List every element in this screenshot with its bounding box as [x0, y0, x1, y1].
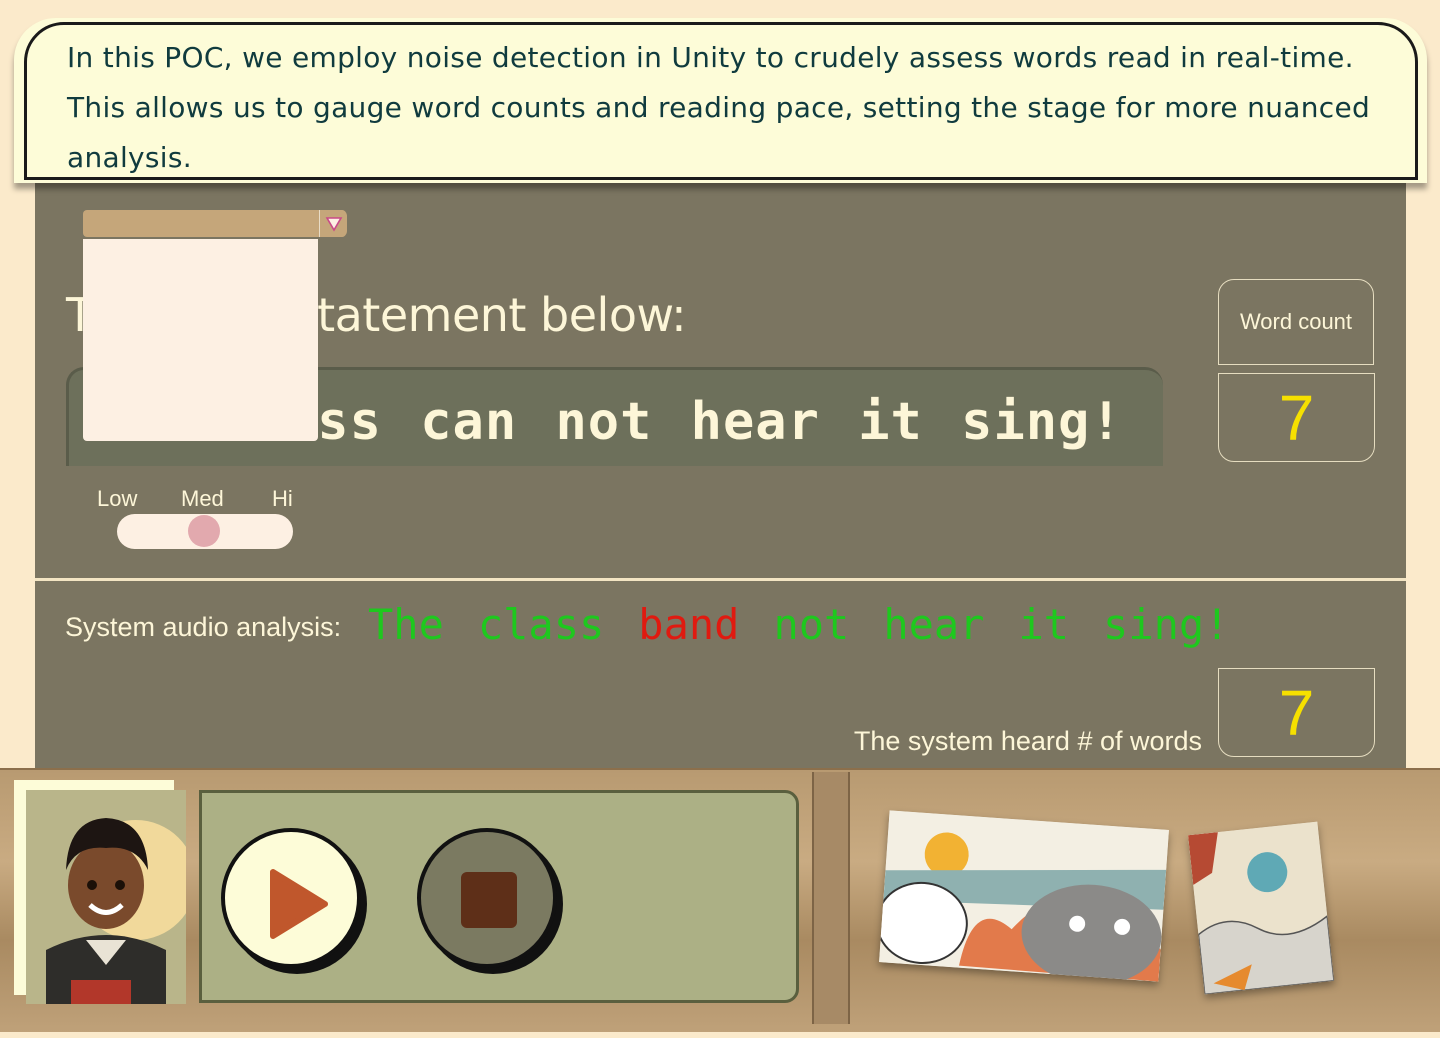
analysis-word: hear	[883, 600, 985, 649]
stop-icon	[461, 872, 517, 928]
reader-avatar-illustration	[46, 818, 186, 1004]
story-card-cat[interactable]	[879, 810, 1169, 982]
statement-text-visible: ass can not hear it sing!	[285, 392, 1123, 452]
analysis-word: band	[638, 600, 740, 649]
prompt-heading-rest: statement below:	[293, 288, 687, 342]
stop-button[interactable]	[417, 828, 557, 968]
passage-dropdown[interactable]	[83, 210, 346, 237]
triangle-down-icon	[325, 216, 342, 232]
info-banner: In this POC, we employ noise detection i…	[24, 22, 1418, 180]
ocean-illustration	[1187, 821, 1335, 995]
analysis-words: The class band not hear it sing!	[368, 600, 1263, 649]
play-button[interactable]	[221, 828, 361, 968]
heard-label: The system heard # of words	[853, 726, 1202, 756]
statement-text: ass can not hear it sing!	[285, 392, 1123, 452]
analysis-label: System audio analysis:	[65, 612, 342, 642]
info-banner-text: In this POC, we employ noise detection i…	[67, 41, 1371, 174]
level-hi-label: Hi	[272, 486, 293, 511]
cat-illustration	[879, 810, 1169, 982]
heard-value: 7	[1218, 668, 1375, 757]
play-icon	[270, 869, 328, 939]
analysis-word: not	[773, 600, 850, 649]
dropdown-list[interactable]	[83, 239, 318, 441]
word-count-value: 7	[1218, 373, 1375, 462]
wood-post	[812, 772, 850, 1024]
level-low-label: Low	[97, 486, 138, 511]
avatar	[26, 790, 186, 1004]
sensitivity-slider-thumb[interactable]	[188, 515, 220, 547]
section-divider	[35, 578, 1406, 581]
level-med-label: Med	[181, 486, 224, 511]
analysis-word: class	[477, 600, 605, 649]
analysis-word: sing!	[1103, 600, 1230, 649]
story-card-ocean[interactable]	[1187, 821, 1335, 995]
word-count-label: Word count	[1218, 279, 1374, 365]
analysis-word: The	[368, 600, 444, 649]
dropdown-toggle-button[interactable]	[319, 210, 347, 237]
analysis-word: it	[1018, 600, 1070, 649]
